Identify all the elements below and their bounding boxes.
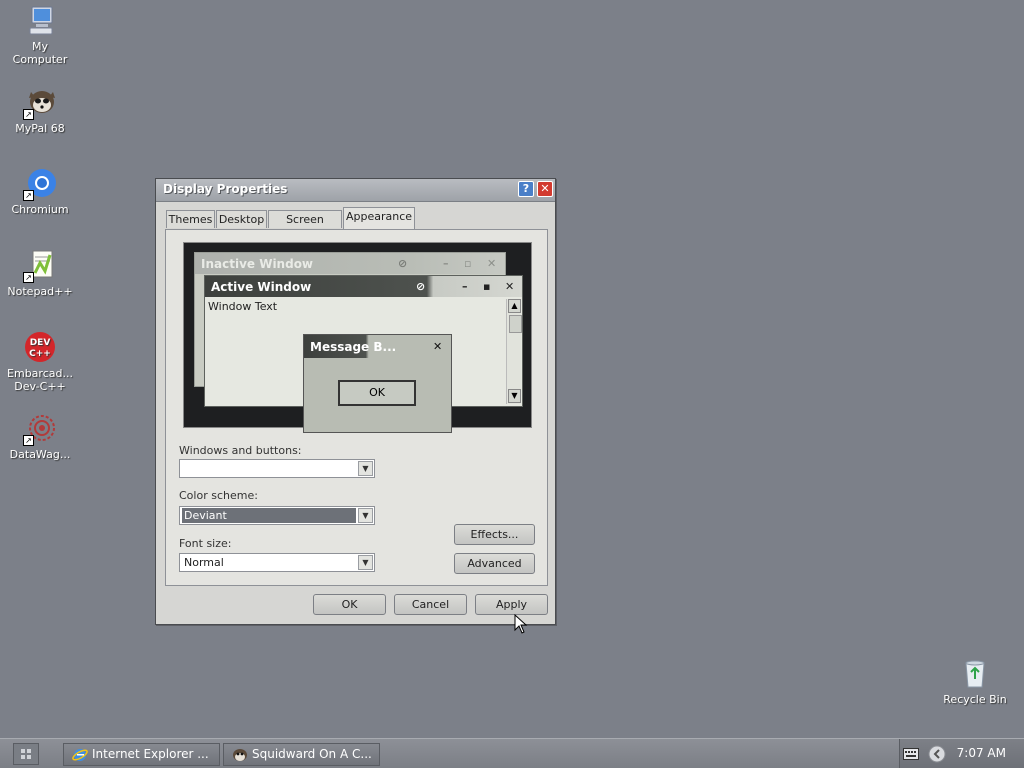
raccoon-icon: ↗ bbox=[23, 86, 57, 120]
dialog-titlebar[interactable]: Display Properties ? ✕ bbox=[156, 179, 555, 202]
taskbar-item-internet-explorer[interactable]: Internet Explorer ... bbox=[63, 743, 220, 766]
taskbar-item-label: Squidward On A C... bbox=[252, 747, 372, 761]
preview-active-title: Active Window bbox=[211, 280, 312, 294]
preview-inactive-titlebar: Inactive Window ⊘ – ▫ ✕ bbox=[195, 253, 505, 274]
windows-buttons-label: Windows and buttons: bbox=[179, 444, 302, 457]
help-icon: ? bbox=[522, 182, 530, 195]
close-button[interactable]: ✕ bbox=[537, 181, 553, 197]
desktop-icon-my-computer[interactable]: My Computer bbox=[0, 4, 80, 66]
font-size-select[interactable]: Normal ▼ bbox=[179, 553, 375, 572]
tab-themes[interactable]: Themes bbox=[166, 210, 215, 228]
preview-message-box: Message B... ✕ OK bbox=[303, 334, 452, 433]
desktop-icon-mypal[interactable]: ↗ MyPal 68 bbox=[0, 86, 80, 135]
ok-button[interactable]: OK bbox=[313, 594, 386, 615]
my-computer-icon bbox=[23, 4, 57, 38]
cancel-button[interactable]: Cancel bbox=[394, 594, 467, 615]
preview-active-window: Active Window ⊘ – ▪ ✕ Window Text ▲ ▼ Me… bbox=[204, 275, 523, 433]
desktop-icon-chromium[interactable]: ↗ Chromium bbox=[0, 167, 80, 216]
desktop-icon-recycle-bin[interactable]: Recycle Bin bbox=[935, 657, 1015, 706]
desktop-icon-notepadpp[interactable]: ↗ Notepad++ bbox=[0, 249, 80, 298]
desktop-icon-label: Embarcad... Dev-C++ bbox=[7, 367, 73, 393]
appearance-panel: Inactive Window ⊘ – ▫ ✕ Active Window ⊘ … bbox=[165, 229, 548, 586]
chevron-down-icon[interactable]: ▼ bbox=[358, 461, 373, 476]
tab-appearance[interactable]: Appearance bbox=[343, 207, 415, 229]
scroll-up-icon: ▲ bbox=[508, 299, 521, 313]
taskbar: Internet Explorer ... Squidward On A C..… bbox=[0, 738, 1024, 768]
chromium-icon: ↗ bbox=[23, 167, 57, 201]
datawag-icon: ↗ bbox=[23, 412, 57, 446]
color-scheme-label: Color scheme: bbox=[179, 489, 258, 502]
desktop-icon-label: Recycle Bin bbox=[943, 693, 1007, 706]
start-button[interactable] bbox=[13, 743, 39, 765]
shortcut-arrow-icon: ↗ bbox=[23, 272, 34, 283]
raccoon-icon bbox=[233, 749, 247, 761]
effects-button[interactable]: Effects... bbox=[454, 524, 535, 545]
chevron-down-icon[interactable]: ▼ bbox=[358, 555, 373, 570]
minimize-icon: – bbox=[462, 280, 468, 293]
desktop-icon-label: MyPal 68 bbox=[15, 122, 65, 135]
svg-text:DEV: DEV bbox=[30, 338, 51, 348]
font-size-value: Normal bbox=[184, 556, 224, 569]
apply-button[interactable]: Apply bbox=[475, 594, 548, 615]
desktop-icon-label: Chromium bbox=[11, 203, 69, 216]
font-size-label: Font size: bbox=[179, 537, 232, 550]
windows-buttons-select[interactable]: ▼ bbox=[179, 459, 375, 478]
maximize-icon: ▪ bbox=[483, 280, 491, 293]
preview-message-titlebar: Message B... ✕ bbox=[304, 335, 451, 358]
close-icon: ✕ bbox=[540, 182, 550, 195]
recycle-bin-icon bbox=[958, 657, 992, 691]
color-scheme-value: Deviant bbox=[182, 508, 356, 523]
minimize-icon: – bbox=[443, 257, 449, 270]
desktop-icon-label: My Computer bbox=[12, 40, 68, 66]
shortcut-arrow-icon: ↗ bbox=[23, 190, 34, 201]
taskbar-item-label: Internet Explorer ... bbox=[92, 747, 209, 761]
desktop-icon-label: Notepad++ bbox=[7, 285, 73, 298]
display-properties-dialog: Display Properties ? ✕ Themes Desktop Sc… bbox=[155, 178, 556, 625]
help-icon: ⊘ bbox=[416, 280, 426, 293]
mouse-cursor-icon bbox=[514, 614, 528, 634]
svg-text:C++: C++ bbox=[29, 349, 51, 359]
keyboard-icon[interactable] bbox=[903, 748, 919, 760]
system-tray: 7:07 AM bbox=[899, 739, 1024, 768]
close-icon: ✕ bbox=[505, 280, 515, 293]
windows-buttons-value bbox=[182, 461, 356, 476]
chevron-down-icon[interactable]: ▼ bbox=[358, 508, 373, 523]
internet-explorer-icon bbox=[72, 749, 88, 761]
preview-window-text: Window Text bbox=[208, 300, 278, 313]
close-icon: ✕ bbox=[487, 257, 497, 270]
desktop-icon-label: DataWag... bbox=[9, 448, 71, 461]
preview-inactive-title: Inactive Window bbox=[201, 257, 314, 271]
preview-ok-button: OK bbox=[338, 380, 416, 406]
clock[interactable]: 7:07 AM bbox=[957, 746, 1006, 760]
desktop-icon-devcpp[interactable]: DEV C++ Embarcad... Dev-C++ bbox=[0, 331, 80, 393]
chevron-left-icon[interactable] bbox=[928, 745, 946, 763]
dev-cpp-icon: DEV C++ bbox=[23, 331, 57, 365]
taskbar-item-squidward[interactable]: Squidward On A C... bbox=[223, 743, 380, 766]
tab-screen-saver[interactable]: Screen Saver bbox=[268, 210, 342, 243]
start-grid-icon bbox=[21, 749, 31, 759]
advanced-button[interactable]: Advanced bbox=[454, 553, 535, 574]
help-icon: ⊘ bbox=[398, 257, 408, 270]
desktop-icon-datawag[interactable]: ↗ DataWag... bbox=[0, 412, 80, 461]
color-scheme-select[interactable]: Deviant ▼ bbox=[179, 506, 375, 525]
preview-scrollbar: ▲ ▼ bbox=[506, 299, 522, 404]
preview-active-titlebar: Active Window ⊘ – ▪ ✕ bbox=[205, 276, 522, 297]
scroll-thumb bbox=[509, 315, 522, 333]
close-icon: ✕ bbox=[433, 340, 443, 353]
help-button[interactable]: ? bbox=[518, 181, 534, 197]
shortcut-arrow-icon: ↗ bbox=[23, 109, 34, 120]
shortcut-arrow-icon: ↗ bbox=[23, 435, 34, 446]
notepad-plus-plus-icon: ↗ bbox=[23, 249, 57, 283]
maximize-icon: ▫ bbox=[464, 257, 472, 270]
dialog-title: Display Properties bbox=[163, 182, 288, 196]
tab-desktop[interactable]: Desktop bbox=[216, 210, 267, 228]
scroll-down-icon: ▼ bbox=[508, 389, 521, 403]
appearance-preview: Inactive Window ⊘ – ▫ ✕ Active Window ⊘ … bbox=[183, 242, 532, 433]
preview-message-title: Message B... bbox=[310, 340, 397, 354]
